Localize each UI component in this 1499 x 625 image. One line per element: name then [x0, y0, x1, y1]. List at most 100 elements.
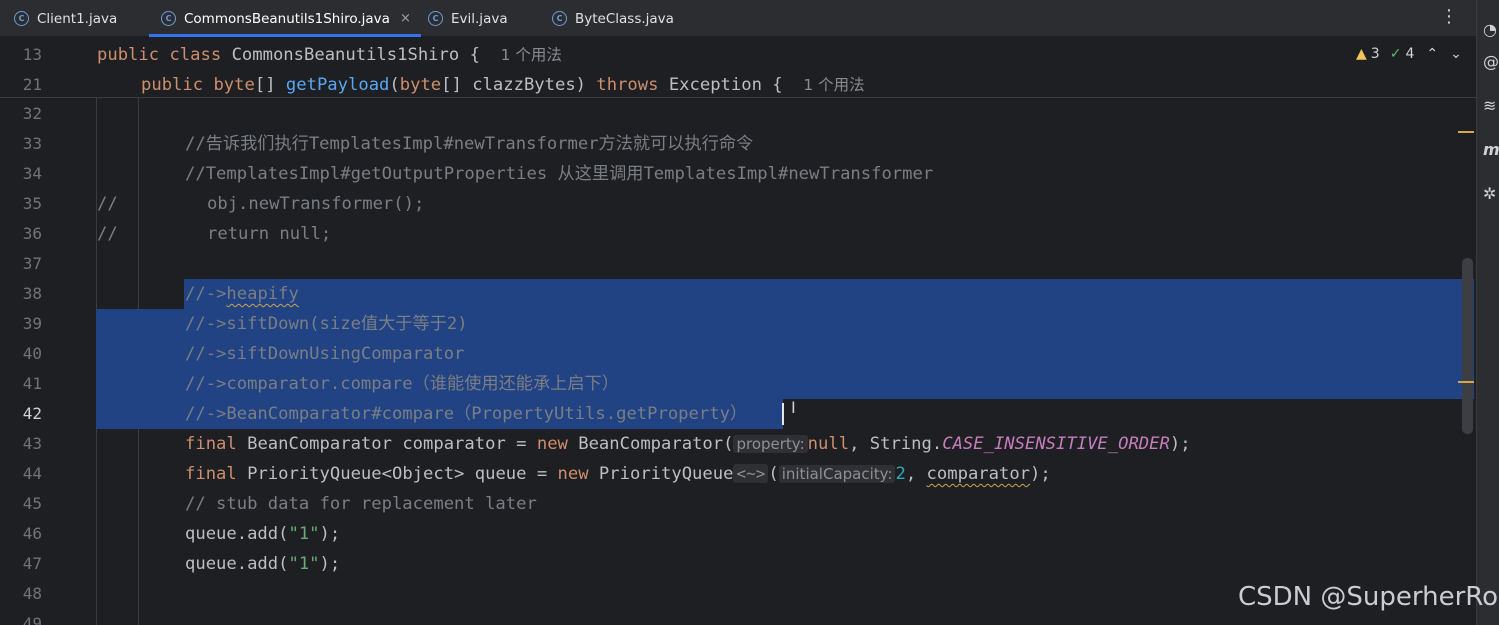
- code-line-42[interactable]: //->BeanComparator#compare（PropertyUtils…: [185, 399, 747, 429]
- line-number: 13: [22, 45, 42, 64]
- diamond-hint[interactable]: <~>: [733, 464, 769, 483]
- code-line-39[interactable]: //->siftDown(size值大于等于2): [185, 309, 468, 339]
- warned-identifier: comparator: [926, 464, 1031, 484]
- comment-text: //->: [185, 284, 227, 304]
- keyword: public: [97, 45, 160, 65]
- line-number: 38: [22, 284, 42, 303]
- usage-count[interactable]: 1 个用法: [803, 76, 864, 94]
- code-text: PriorityQueue<Object> queue =: [236, 464, 558, 484]
- code-text: Exception {: [658, 75, 783, 95]
- editor-tab-bar: C Client1.java C CommonsBeanutils1Shiro.…: [0, 0, 1476, 37]
- code-line-41[interactable]: //->comparator.compare（谁能使用还能承上启下）: [185, 369, 619, 399]
- code-text: []: [254, 75, 286, 95]
- parameter-hint: initialCapacity:: [778, 465, 896, 483]
- keyword: public: [141, 75, 204, 95]
- ai-assistant-icon[interactable]: @: [1483, 54, 1499, 70]
- keyword: final: [185, 434, 237, 454]
- line-number: 47: [22, 554, 42, 573]
- code-text: (: [389, 75, 400, 95]
- database-icon[interactable]: ≋: [1483, 98, 1499, 114]
- weak-warning-count: 4: [1405, 46, 1415, 62]
- chevron-up-icon[interactable]: ⌃: [1426, 46, 1438, 62]
- code-line-35[interactable]: obj.newTransformer();: [207, 189, 424, 219]
- keyword: new: [557, 464, 589, 484]
- code-text: queue.add(: [185, 554, 289, 574]
- line-number: 46: [22, 524, 42, 543]
- tab-byteclass[interactable]: C ByteClass.java: [552, 0, 674, 37]
- class-name: CommonsBeanutils1Shiro: [231, 45, 460, 65]
- java-class-icon: C: [552, 11, 567, 26]
- code-line-43[interactable]: final BeanComparator comparator = new Be…: [185, 429, 1191, 459]
- keyword: byte: [213, 75, 255, 95]
- vertical-scrollbar[interactable]: [1462, 258, 1473, 434]
- warning-icon: ▲: [1356, 46, 1367, 62]
- code-line-44[interactable]: final PriorityQueue<Object> queue = new …: [185, 459, 1051, 489]
- tab-commons-beanutils1-shiro[interactable]: C CommonsBeanutils1Shiro.java ×: [149, 0, 421, 37]
- line-number: 40: [22, 344, 42, 363]
- plugin-icon[interactable]: ✲: [1483, 186, 1499, 202]
- usage-count[interactable]: 1 个用法: [501, 46, 562, 64]
- tab-label: Client1.java: [37, 10, 118, 27]
- code-text: ,: [905, 464, 927, 484]
- tab-client1[interactable]: C Client1.java: [14, 0, 117, 37]
- code-line-33[interactable]: //告诉我们执行TemplatesImpl#newTransformer方法就可…: [185, 129, 753, 159]
- code-editor[interactable]: 13 public class CommonsBeanutils1Shiro {…: [0, 38, 1476, 625]
- sticky-method-declaration[interactable]: public byte[] getPayload(byte[] clazzByt…: [141, 70, 865, 100]
- right-tool-strip: ◔ @ ≋ m ✲: [1476, 0, 1499, 625]
- watermark-text: CSDN @SuperherRo: [1238, 582, 1499, 612]
- keyword: throws: [596, 75, 659, 95]
- code-text: queue.add(: [185, 524, 289, 544]
- line-number: 37: [22, 254, 42, 273]
- code-line-46[interactable]: queue.add("1");: [185, 519, 340, 549]
- line-number: 33: [22, 134, 42, 153]
- method-name: getPayload: [285, 75, 390, 95]
- tab-label: ByteClass.java: [575, 10, 674, 27]
- code-line-35-prefix[interactable]: //: [97, 189, 118, 219]
- error-stripe-marker[interactable]: [1458, 131, 1474, 133]
- tab-more-icon[interactable]: ⋮: [1440, 6, 1458, 27]
- brace: {: [459, 45, 480, 65]
- close-icon[interactable]: ×: [400, 11, 411, 26]
- string-literal: "1": [288, 524, 320, 544]
- mouse-ibeam-icon: Ι: [791, 398, 796, 417]
- inspection-widget[interactable]: ▲ 3 ✓ 4 ⌃ ⌄: [1356, 46, 1462, 62]
- code-line-38[interactable]: //->heapify: [185, 279, 299, 309]
- code-line-40[interactable]: //->siftDownUsingComparator: [185, 339, 464, 369]
- code-line-34[interactable]: //TemplatesImpl#getOutputProperties 从这里调…: [185, 159, 933, 189]
- sticky-lines-header: 13 public class CommonsBeanutils1Shiro {…: [0, 38, 1476, 98]
- maven-icon[interactable]: m: [1483, 142, 1499, 158]
- code-text: );: [1030, 464, 1051, 484]
- tab-label: Evil.java: [451, 10, 508, 27]
- keyword: class: [169, 45, 222, 65]
- code-line-36[interactable]: return null;: [207, 219, 331, 249]
- selection-highlight: [184, 279, 1474, 309]
- code-line-47[interactable]: queue.add("1");: [185, 549, 340, 579]
- warning-count: 3: [1370, 46, 1380, 62]
- code-text: [] clazzBytes): [441, 75, 597, 95]
- code-text: );: [319, 524, 341, 544]
- line-number: 48: [22, 584, 42, 603]
- java-class-icon: C: [161, 11, 176, 26]
- chevron-down-icon[interactable]: ⌄: [1450, 46, 1462, 62]
- keyword: new: [536, 434, 568, 454]
- keyword: final: [185, 464, 237, 484]
- java-class-icon: C: [428, 11, 443, 26]
- notifications-icon[interactable]: ◔: [1483, 22, 1499, 38]
- code-line-36-prefix[interactable]: //: [97, 219, 118, 249]
- line-number: 43: [22, 434, 42, 453]
- parameter-hint: property:: [733, 435, 808, 453]
- code-text: BeanComparator comparator =: [236, 434, 537, 454]
- error-stripe-marker[interactable]: [1458, 381, 1474, 383]
- code-text: PriorityQueue: [588, 464, 734, 484]
- sticky-class-declaration[interactable]: public class CommonsBeanutils1Shiro { 1 …: [97, 40, 562, 70]
- text-caret: [782, 403, 784, 425]
- code-text: BeanComparator(: [567, 434, 734, 454]
- code-line-45[interactable]: // stub data for replacement later: [185, 489, 537, 519]
- tab-evil[interactable]: C Evil.java: [428, 0, 508, 37]
- code-text: , String.: [849, 434, 943, 454]
- tab-label: CommonsBeanutils1Shiro.java: [184, 10, 390, 27]
- line-number: 32: [22, 104, 42, 123]
- line-number: 41: [22, 374, 42, 393]
- code-text: );: [1169, 434, 1191, 454]
- line-number: 45: [22, 494, 42, 513]
